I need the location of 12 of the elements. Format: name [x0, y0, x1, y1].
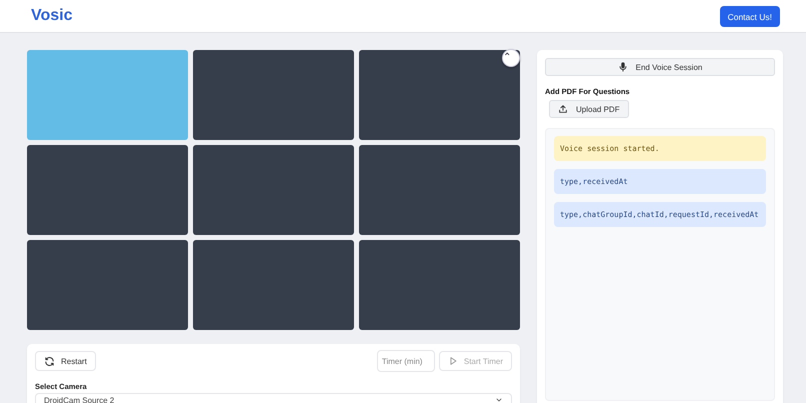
upload-pdf-button[interactable]: Upload PDF: [549, 100, 629, 118]
microphone-icon: [618, 62, 628, 72]
play-icon: [448, 356, 458, 366]
logo: Vosic: [31, 7, 72, 25]
restart-button[interactable]: Restart: [35, 351, 96, 371]
contact-button[interactable]: Contact Us!: [720, 6, 780, 26]
camera-select[interactable]: DroidCam Source 2: [35, 393, 512, 403]
timer-field[interactable]: Timer (min): [376, 350, 435, 372]
chevron-icon: [495, 396, 503, 403]
upload-icon: [558, 104, 568, 114]
refresh-icon: [44, 356, 55, 366]
end-voice-session-button[interactable]: End Voice Session: [545, 58, 775, 76]
